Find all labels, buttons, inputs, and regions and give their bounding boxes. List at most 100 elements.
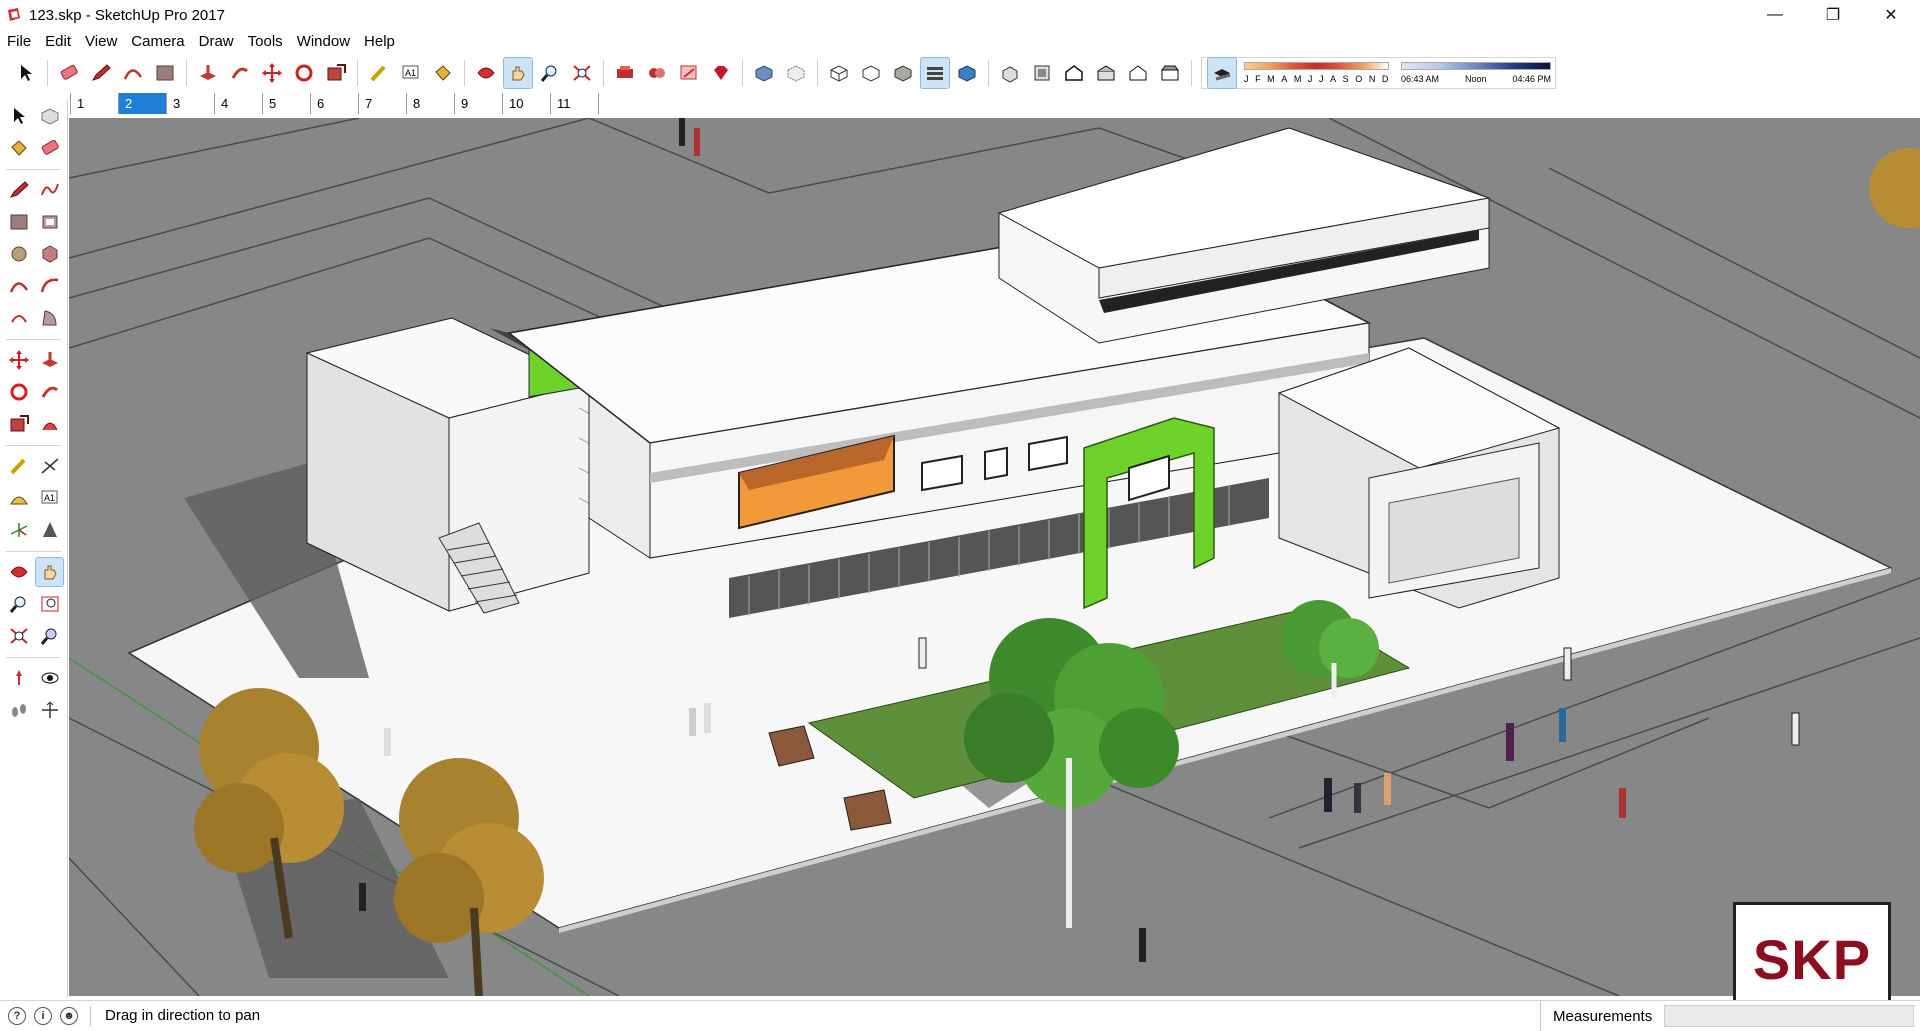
rotate-icon[interactable]: [5, 378, 32, 406]
credits-icon[interactable]: i: [34, 1006, 52, 1025]
section-plane-icon[interactable]: [36, 696, 63, 724]
menu-tools[interactable]: Tools: [241, 33, 290, 50]
text-icon[interactable]: A1: [36, 484, 63, 512]
time-slider[interactable]: 06:43 AM Noon 04:46 PM: [1401, 58, 1551, 88]
circle-icon[interactable]: [5, 240, 32, 268]
rectangle-icon[interactable]: [5, 208, 32, 236]
rectangle-icon[interactable]: [151, 58, 179, 88]
arc-icon[interactable]: [5, 272, 32, 300]
back-edges-icon[interactable]: [782, 58, 810, 88]
eraser-icon[interactable]: [36, 134, 63, 162]
freehand-icon[interactable]: [36, 176, 63, 204]
monochrome-icon[interactable]: [953, 58, 981, 88]
xray-icon[interactable]: [750, 58, 778, 88]
orbit-icon[interactable]: [472, 58, 500, 88]
look-around-icon[interactable]: [36, 664, 63, 692]
scene-tab[interactable]: 5: [262, 92, 310, 114]
polygon-icon[interactable]: [36, 240, 63, 268]
push-pull-icon[interactable]: [194, 58, 222, 88]
maximize-button[interactable]: ❐: [1804, 0, 1862, 30]
select-icon[interactable]: [5, 102, 32, 130]
shaded-textures-icon[interactable]: [920, 57, 950, 89]
previous-view-icon[interactable]: [36, 622, 63, 650]
position-camera-icon[interactable]: [5, 664, 32, 692]
layout-icon[interactable]: [675, 58, 703, 88]
warehouse-icon[interactable]: [611, 58, 639, 88]
scale-icon[interactable]: [322, 58, 350, 88]
minimize-button[interactable]: —: [1746, 0, 1804, 30]
zoom-extents-icon[interactable]: [5, 622, 32, 650]
paint-bucket-icon[interactable]: [429, 58, 457, 88]
hidden-line-icon[interactable]: [857, 58, 885, 88]
menu-view[interactable]: View: [78, 33, 124, 50]
menu-draw[interactable]: Draw: [192, 33, 241, 50]
menu-window[interactable]: Window: [290, 33, 357, 50]
scene-tab[interactable]: 6: [310, 92, 358, 114]
protractor-icon[interactable]: [5, 484, 32, 512]
top-view-icon[interactable]: [1028, 58, 1056, 88]
menu-edit[interactable]: Edit: [38, 33, 78, 50]
walk-icon[interactable]: [5, 696, 32, 724]
zoom-icon[interactable]: [5, 590, 32, 618]
tape-measure-icon[interactable]: [365, 58, 393, 88]
extension-warehouse-icon[interactable]: [643, 58, 671, 88]
menu-help[interactable]: Help: [357, 33, 402, 50]
scene-tab[interactable]: 8: [406, 92, 454, 114]
paint-bucket-icon[interactable]: [5, 134, 32, 162]
offset-icon[interactable]: [36, 410, 63, 438]
scale-icon[interactable]: [5, 410, 32, 438]
push-pull-icon[interactable]: [36, 346, 63, 374]
menu-file[interactable]: File: [0, 33, 38, 50]
date-slider[interactable]: J F M A M J J A S O N D: [1244, 58, 1389, 88]
select-icon[interactable]: [12, 58, 40, 88]
line-icon[interactable]: [5, 176, 32, 204]
front-view-icon[interactable]: [1060, 58, 1088, 88]
scene-tab-active[interactable]: 2: [118, 92, 166, 114]
rotated-rectangle-icon[interactable]: [36, 208, 63, 236]
iso-icon[interactable]: [996, 58, 1024, 88]
move-icon[interactable]: [258, 58, 286, 88]
move-icon[interactable]: [5, 346, 32, 374]
eraser-icon[interactable]: [55, 58, 83, 88]
left-view-icon[interactable]: [1156, 58, 1184, 88]
scene-tab[interactable]: 11: [550, 92, 598, 114]
pan-icon[interactable]: [35, 557, 64, 587]
zoom-window-icon[interactable]: [36, 590, 63, 618]
scene-tab[interactable]: 10: [502, 92, 550, 114]
follow-me-icon[interactable]: [226, 58, 254, 88]
make-component-icon[interactable]: [36, 102, 63, 130]
arc-icon[interactable]: [119, 58, 147, 88]
back-view-icon[interactable]: [1124, 58, 1152, 88]
orbit-icon[interactable]: [5, 558, 32, 586]
tape-measure-icon[interactable]: [5, 452, 32, 480]
wireframe-icon[interactable]: [825, 58, 853, 88]
measurements-input[interactable]: [1664, 1005, 1914, 1027]
scene-tab[interactable]: 7: [358, 92, 406, 114]
scene-tab[interactable]: 1: [70, 92, 118, 114]
user-account-icon[interactable]: ☻: [60, 1006, 78, 1025]
follow-me-icon[interactable]: [36, 378, 63, 406]
zoom-extents-icon[interactable]: [568, 58, 596, 88]
drawing-viewport[interactable]: [69, 118, 1920, 996]
axes-icon[interactable]: [5, 516, 32, 544]
3d-text-icon[interactable]: [36, 516, 63, 544]
scene-tab[interactable]: 4: [214, 92, 262, 114]
zoom-icon[interactable]: [536, 58, 564, 88]
text-icon[interactable]: A1: [397, 58, 425, 88]
three-point-arc-icon[interactable]: [5, 304, 32, 332]
dimension-icon[interactable]: [36, 452, 63, 480]
pan-icon[interactable]: [503, 57, 533, 89]
close-button[interactable]: ✕: [1862, 0, 1920, 30]
scene-tab[interactable]: 9: [454, 92, 502, 114]
ruby-icon[interactable]: [707, 58, 735, 88]
pencil-icon[interactable]: [87, 58, 115, 88]
rotate-icon[interactable]: [290, 58, 318, 88]
right-view-icon[interactable]: [1092, 58, 1120, 88]
two-point-arc-icon[interactable]: [36, 272, 63, 300]
scene-tab[interactable]: 3: [166, 92, 214, 114]
pie-icon[interactable]: [36, 304, 63, 332]
geo-location-icon[interactable]: ?: [8, 1006, 26, 1025]
shaded-icon[interactable]: [889, 58, 917, 88]
menu-camera[interactable]: Camera: [124, 33, 191, 50]
shadows-icon[interactable]: [1207, 57, 1237, 89]
